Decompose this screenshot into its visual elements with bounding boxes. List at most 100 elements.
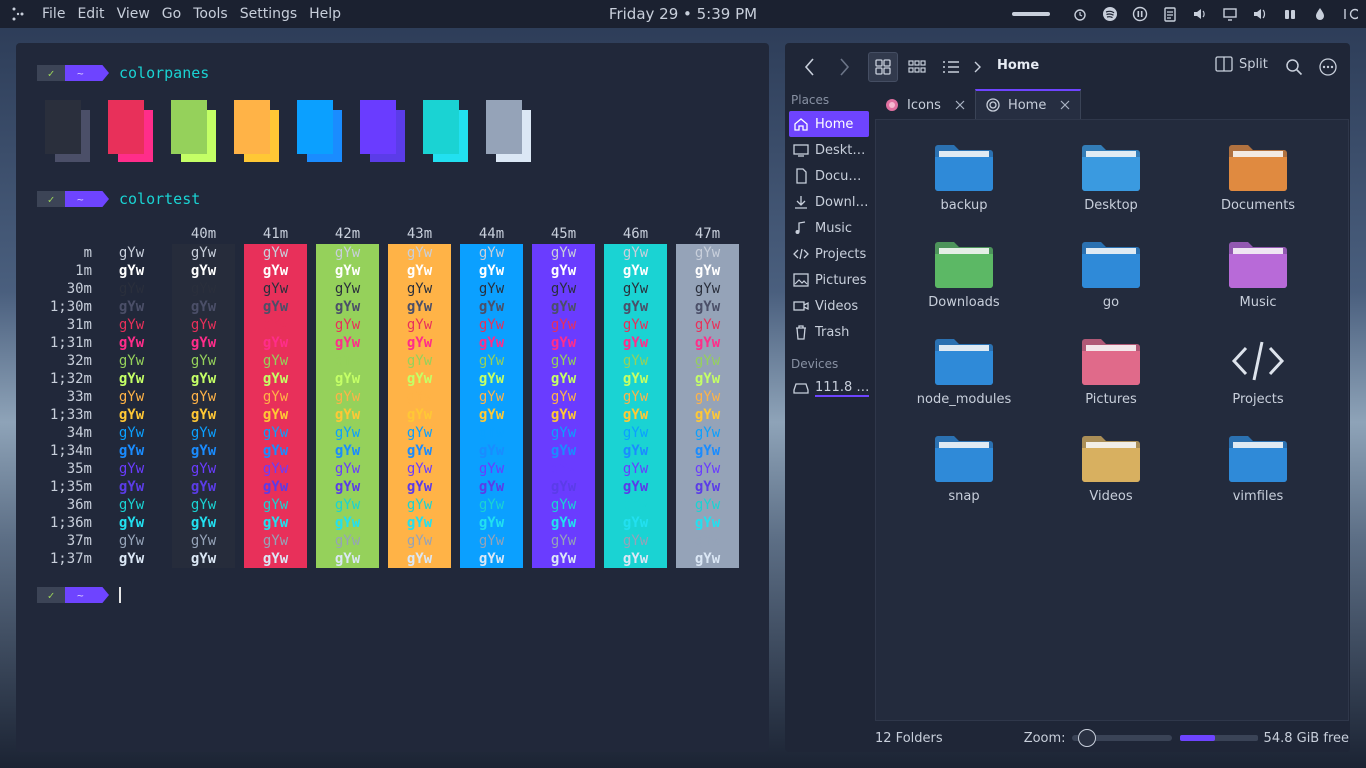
- terminal-window[interactable]: ✓ ~ colorpanes ✓ ~ colortest 40m 41m 42m 43…: [16, 43, 769, 752]
- place-trash[interactable]: Trash: [785, 319, 873, 345]
- details-view-icon[interactable]: [936, 52, 966, 82]
- alarm-icon[interactable]: [1072, 6, 1088, 22]
- forward-icon[interactable]: [829, 52, 859, 82]
- menu-settings[interactable]: Settings: [234, 0, 303, 28]
- place-home[interactable]: Home: [789, 111, 869, 137]
- file-view[interactable]: backup Desktop Documents Downloads go Music no…: [875, 119, 1349, 721]
- tab-icons[interactable]: Icons: [875, 89, 975, 119]
- folder-item[interactable]: Documents: [1188, 122, 1328, 213]
- split-button[interactable]: Split: [1215, 56, 1268, 72]
- sample-text: gYw: [262, 515, 289, 531]
- volume-slider[interactable]: [1012, 12, 1050, 16]
- row-label: 1;36m: [49, 515, 92, 531]
- sample-text: gYw: [550, 533, 577, 549]
- compact-view-icon[interactable]: [902, 52, 932, 82]
- sample-text: gYw: [334, 425, 361, 441]
- place-downl[interactable]: Downl…: [785, 189, 873, 215]
- folder-name: backup: [940, 198, 988, 213]
- folder-item[interactable]: backup: [894, 122, 1034, 213]
- sample-text: gYw: [550, 281, 577, 297]
- search-icon[interactable]: [1279, 52, 1309, 82]
- breadcrumb-chevron-icon[interactable]: [963, 52, 993, 82]
- sample-text: gYw: [550, 461, 577, 477]
- volume-icon[interactable]: [1192, 6, 1208, 22]
- sample-text: gYw: [190, 389, 217, 405]
- place-projects[interactable]: Projects: [785, 241, 873, 267]
- row-label: 1;33m: [49, 407, 92, 423]
- menu-edit[interactable]: Edit: [71, 0, 110, 28]
- breadcrumb-current[interactable]: Home: [997, 58, 1039, 73]
- sample-text: gYw: [406, 353, 433, 369]
- place-pictures[interactable]: Pictures: [785, 267, 873, 293]
- sample-text: gYw: [406, 281, 433, 297]
- zoom-slider-handle[interactable]: [1077, 729, 1096, 747]
- battery-icon[interactable]: [1282, 6, 1298, 22]
- sample-text: gYw: [622, 389, 649, 405]
- icon-view-icon[interactable]: [868, 52, 898, 82]
- sample-text: gYw: [478, 497, 505, 513]
- place-videos[interactable]: Videos: [785, 293, 873, 319]
- audio-icon[interactable]: [1252, 6, 1268, 22]
- folder-icon: [934, 239, 994, 289]
- close-icon[interactable]: [955, 100, 965, 110]
- folder-item[interactable]: go: [1041, 219, 1181, 310]
- power-icon[interactable]: [1342, 6, 1358, 22]
- devices-header: Devices: [791, 357, 839, 371]
- sample-text: gYw: [334, 515, 361, 531]
- place-docu[interactable]: Docu…: [785, 163, 873, 189]
- launcher-icon[interactable]: [0, 0, 36, 28]
- folder-item[interactable]: snap: [894, 413, 1034, 504]
- sample-text: gYw: [478, 281, 505, 297]
- folder-item[interactable]: Desktop: [1041, 122, 1181, 213]
- menu-view[interactable]: View: [111, 0, 156, 28]
- menu-help[interactable]: Help: [303, 0, 347, 28]
- file-manager-window: Home Split Places Home Deskt… Docu… Downl… M…: [785, 43, 1350, 752]
- folder-icon: [1228, 142, 1288, 192]
- sample-text: gYw: [190, 245, 217, 261]
- back-icon[interactable]: [795, 52, 825, 82]
- menu-tools[interactable]: Tools: [187, 0, 234, 28]
- colortest-row: 1m gYw gYw gYw gYw gYw gYw gYw gYw gYw: [16, 262, 769, 280]
- tab-home[interactable]: Home: [974, 89, 1082, 119]
- sample-text: gYw: [406, 551, 433, 567]
- sample-text: gYw: [622, 461, 649, 477]
- folder-item[interactable]: Music: [1188, 219, 1328, 310]
- device-item[interactable]: 111.8 …: [785, 375, 873, 401]
- folder-name: Projects: [1232, 392, 1284, 407]
- drop-icon[interactable]: [1312, 6, 1328, 22]
- spotify-icon[interactable]: [1102, 6, 1118, 22]
- bg-header: 44m: [478, 226, 505, 242]
- folder-item[interactable]: node_modules: [894, 316, 1034, 407]
- zoom-slider[interactable]: [1071, 729, 1172, 747]
- color-pane: [486, 100, 531, 162]
- bg-header: 40m: [190, 226, 217, 242]
- menu-file[interactable]: File: [36, 0, 71, 28]
- color-pane-front: [297, 100, 333, 154]
- colortest-row: m gYw gYw gYw gYw gYw gYw gYw gYw gYw: [16, 244, 769, 262]
- tab-label: Icons: [907, 97, 941, 113]
- sample-text: gYw: [622, 479, 649, 495]
- clipboard-icon[interactable]: [1162, 6, 1178, 22]
- close-icon[interactable]: [1060, 100, 1070, 110]
- folder-item[interactable]: Videos: [1041, 413, 1181, 504]
- code-icon: [793, 246, 809, 262]
- place-music[interactable]: Music: [785, 215, 873, 241]
- folder-item[interactable]: Pictures: [1041, 316, 1181, 407]
- display-icon[interactable]: [1222, 6, 1238, 22]
- folder-item[interactable]: Projects: [1188, 316, 1328, 407]
- menu-go[interactable]: Go: [156, 0, 187, 28]
- color-pane: [45, 100, 90, 162]
- place-deskt[interactable]: Deskt…: [785, 137, 873, 163]
- places-header: Places: [791, 93, 830, 107]
- pause-icon[interactable]: [1132, 6, 1148, 22]
- row-label: 36m: [66, 497, 92, 513]
- folder-icon: [1081, 239, 1141, 289]
- sample-text: gYw: [118, 425, 145, 441]
- folder-item[interactable]: Downloads: [894, 219, 1034, 310]
- folder-name: vimfiles: [1232, 489, 1284, 504]
- more-menu-icon[interactable]: [1313, 52, 1343, 82]
- folder-name: snap: [948, 489, 980, 504]
- sample-text: gYw: [118, 353, 145, 369]
- sample-text: gYw: [622, 281, 649, 297]
- folder-item[interactable]: vimfiles: [1188, 413, 1328, 504]
